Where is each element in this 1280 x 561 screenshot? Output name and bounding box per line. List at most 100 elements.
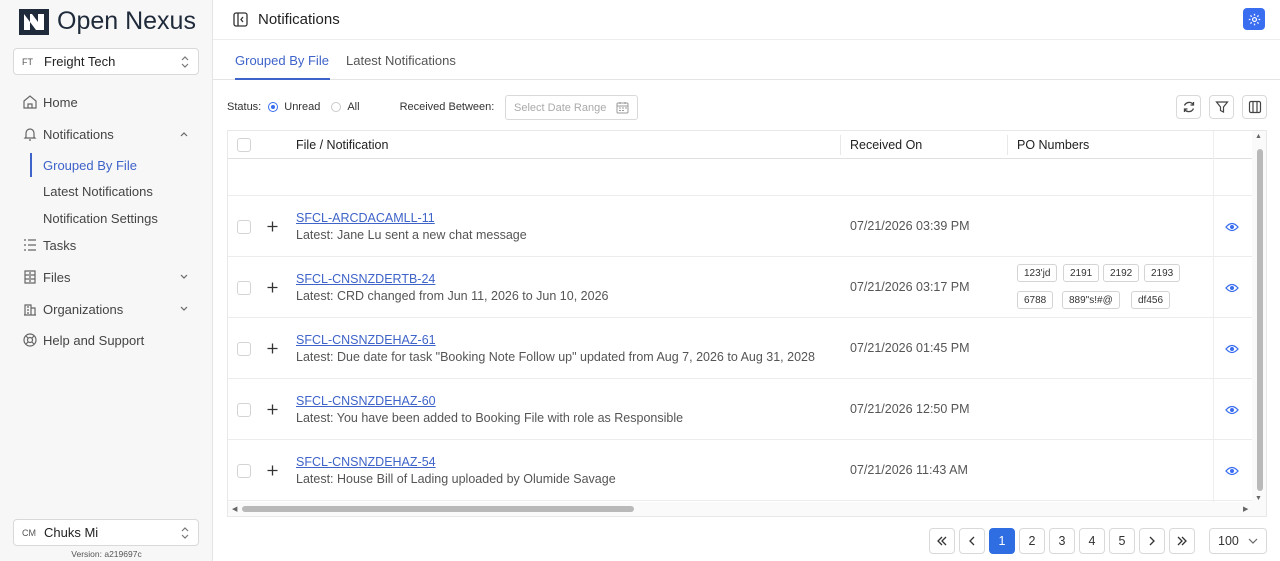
last-page-button[interactable] <box>1169 528 1195 554</box>
prev-page-button[interactable] <box>959 528 985 554</box>
horizontal-scroll-thumb[interactable] <box>242 506 634 512</box>
file-link[interactable]: SFCL-CNSNZDERTB-24 <box>296 272 435 286</box>
latest-notification: Latest: CRD changed from Jun 11, 2026 to… <box>296 289 609 303</box>
horizontal-scrollbar[interactable]: ◀ ▶ <box>228 502 1266 516</box>
column-divider <box>840 135 841 155</box>
nav-home[interactable]: Home <box>22 90 194 114</box>
row-checkbox[interactable] <box>237 220 251 234</box>
radio-unread-label[interactable]: Unread <box>284 101 320 113</box>
nav-notifications[interactable]: Notifications <box>22 122 194 146</box>
eye-icon[interactable] <box>1225 221 1239 233</box>
page-button[interactable]: 3 <box>1049 528 1075 554</box>
user-selector[interactable]: CM Chuks Mi <box>13 519 199 546</box>
scroll-down-arrow-icon[interactable]: ▼ <box>1255 495 1262 502</box>
refresh-button[interactable] <box>1176 95 1201 119</box>
version-text: Version: a219697c <box>71 549 142 559</box>
received-on: 07/21/2026 01:45 PM <box>850 341 970 355</box>
scroll-up-arrow-icon[interactable]: ▲ <box>1255 133 1262 140</box>
filter-button[interactable] <box>1209 95 1234 119</box>
next-page-button[interactable] <box>1139 528 1165 554</box>
select-all-checkbox[interactable] <box>237 138 251 152</box>
bell-icon <box>23 128 37 141</box>
table-row[interactable]: SFCL-CNSNZDEHAZ-54 Latest: House Bill of… <box>228 440 1254 501</box>
tab-bar: Grouped By File Latest Notifications <box>213 40 1280 80</box>
radio-all-label[interactable]: All <box>347 101 359 113</box>
row-checkbox[interactable] <box>237 403 251 417</box>
chevron-right-icon <box>1149 536 1155 546</box>
expand-plus-icon[interactable] <box>267 404 278 415</box>
organization-selector[interactable]: FT Freight Tech <box>13 48 199 75</box>
notifications-table: File / Notification Received On PO Numbe… <box>227 130 1267 517</box>
po-chip: 6788 <box>1017 291 1054 309</box>
table-header: File / Notification Received On PO Numbe… <box>228 131 1254 159</box>
app-logo[interactable]: Open Nexus <box>19 7 196 36</box>
nav-help[interactable]: Help and Support <box>22 328 194 352</box>
chevron-up-icon <box>180 132 188 137</box>
nav-sub-notification-settings[interactable]: Notification Settings <box>43 211 158 226</box>
row-checkbox[interactable] <box>237 342 251 356</box>
file-link[interactable]: SFCL-CNSNZDEHAZ-54 <box>296 455 436 469</box>
latest-notification: Latest: You have been added to Booking F… <box>296 411 684 425</box>
expand-plus-icon[interactable] <box>267 343 278 354</box>
nav-sub-grouped-by-file[interactable]: Grouped By File <box>43 158 137 173</box>
row-checkbox[interactable] <box>237 464 251 478</box>
tab-latest-notifications[interactable]: Latest Notifications <box>346 53 456 68</box>
po-chip: 889"s!#@ <box>1062 291 1120 309</box>
nav-files[interactable]: Files <box>22 265 194 289</box>
page-button[interactable]: 1 <box>989 528 1015 554</box>
double-chevron-left-icon <box>937 536 947 546</box>
double-chevron-right-icon <box>1177 536 1187 546</box>
expand-plus-icon[interactable] <box>267 282 278 293</box>
table-row[interactable]: SFCL-ARCDACAMLL-11 Latest: Jane Lu sent … <box>228 196 1254 257</box>
nav-organizations[interactable]: Organizations <box>22 297 194 321</box>
date-range-picker[interactable]: Select Date Range <box>505 95 638 120</box>
vertical-scroll-thumb[interactable] <box>1257 149 1263 491</box>
table-row[interactable]: SFCL-CNSNZDEHAZ-61 Latest: Due date for … <box>228 318 1254 379</box>
received-on: 07/21/2026 03:39 PM <box>850 219 970 233</box>
page-button[interactable]: 5 <box>1109 528 1135 554</box>
chevron-down-icon <box>1248 538 1258 544</box>
expand-plus-icon[interactable] <box>267 221 278 232</box>
file-link[interactable]: SFCL-CNSNZDEHAZ-61 <box>296 333 436 347</box>
columns-button[interactable] <box>1242 95 1267 119</box>
scroll-left-arrow-icon[interactable]: ◀ <box>232 505 237 513</box>
up-down-chevron-icon <box>181 526 189 539</box>
row-checkbox[interactable] <box>237 281 251 295</box>
first-page-button[interactable] <box>929 528 955 554</box>
file-link[interactable]: SFCL-CNSNZDEHAZ-60 <box>296 394 436 408</box>
header-file-notification[interactable]: File / Notification <box>296 138 388 152</box>
table-row[interactable]: SFCL-CNSNZDEHAZ-60 Latest: You have been… <box>228 379 1254 440</box>
eye-icon[interactable] <box>1225 282 1239 294</box>
nav-tasks[interactable]: Tasks <box>22 233 194 257</box>
expand-plus-icon[interactable] <box>267 465 278 476</box>
collapse-sidebar-icon[interactable] <box>233 12 248 27</box>
pagination: 1 2 3 4 5 <box>929 528 1195 554</box>
sidebar: Open Nexus FT Freight Tech Home Notifica… <box>0 0 213 561</box>
scroll-right-arrow-icon[interactable]: ▶ <box>1243 505 1248 513</box>
po-chip: 2192 <box>1103 264 1140 282</box>
tab-active-underline <box>235 78 330 80</box>
radio-all[interactable] <box>331 102 342 112</box>
radio-unread[interactable] <box>268 102 279 112</box>
page-size-select[interactable]: 100 <box>1209 528 1267 554</box>
status-label: Status: <box>227 101 262 113</box>
page-button[interactable]: 4 <box>1079 528 1105 554</box>
tab-grouped-by-file[interactable]: Grouped By File <box>235 53 329 68</box>
files-icon <box>24 270 36 284</box>
eye-icon[interactable] <box>1225 343 1239 355</box>
header-received-on[interactable]: Received On <box>850 138 922 152</box>
date-range-placeholder: Select Date Range <box>514 101 607 114</box>
settings-button[interactable] <box>1243 8 1265 30</box>
eye-icon[interactable] <box>1225 465 1239 477</box>
header-po-numbers[interactable]: PO Numbers <box>1017 138 1089 152</box>
page-button[interactable]: 2 <box>1019 528 1045 554</box>
received-between-label: Received Between: <box>399 101 495 113</box>
table-row[interactable]: SFCL-CNSNZDERTB-24 Latest: CRD changed f… <box>228 257 1254 318</box>
vertical-scrollbar[interactable]: ▲ ▼ <box>1252 131 1266 504</box>
file-link[interactable]: SFCL-ARCDACAMLL-11 <box>296 211 435 225</box>
chevron-down-icon <box>180 306 188 311</box>
eye-icon[interactable] <box>1225 404 1239 416</box>
nav-sub-latest-notifications[interactable]: Latest Notifications <box>43 184 153 199</box>
home-icon <box>23 95 37 109</box>
nav-notifications-label: Notifications <box>43 126 114 142</box>
